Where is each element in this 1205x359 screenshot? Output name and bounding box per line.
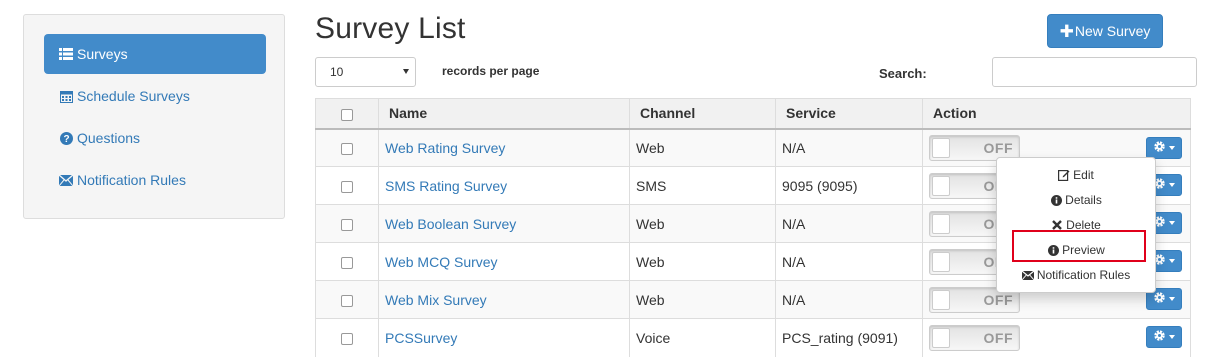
sidebar-item-label: Schedule Surveys (77, 88, 190, 104)
sidebar-item-schedule-surveys[interactable]: Schedule Surveys (44, 76, 266, 116)
channel-cell: Voice (629, 318, 776, 357)
column-header-service[interactable]: Service (775, 98, 923, 130)
sidebar-item-surveys[interactable]: Surveys (44, 34, 266, 74)
column-header-name[interactable]: Name (378, 98, 630, 130)
row-checkbox[interactable] (341, 333, 353, 346)
sidebar-item-label: Questions (77, 130, 141, 146)
gear-icon (1153, 291, 1166, 307)
survey-name-link[interactable]: SMS Rating Survey (385, 178, 507, 194)
service-cell: N/A (775, 204, 923, 243)
table-row: PCSSurvey Voice PCS_rating (9091) OFF (315, 318, 1191, 357)
new-survey-label: New Survey (1074, 23, 1151, 39)
column-header-action: Action (922, 98, 1191, 130)
survey-name-link[interactable]: Web Rating Survey (385, 140, 505, 156)
new-survey-button[interactable]: ✚ New Survey (1047, 14, 1163, 48)
svg-text:?: ? (63, 134, 69, 145)
menu-item-label: Edit (1073, 168, 1094, 182)
row-checkbox[interactable] (341, 294, 353, 307)
chevron-down-icon (1169, 259, 1175, 263)
plus-icon: ✚ (1059, 21, 1074, 41)
column-header-channel[interactable]: Channel (629, 98, 776, 130)
select-all-cell (315, 98, 379, 130)
service-cell: N/A (775, 128, 923, 167)
chevron-down-icon (1169, 183, 1175, 187)
sidebar-nav: Surveys Schedule Surveys ? Questions Not… (23, 14, 285, 219)
sidebar-item-questions[interactable]: ? Questions (44, 118, 266, 158)
row-checkbox[interactable] (341, 180, 353, 193)
service-cell: N/A (775, 242, 923, 281)
status-toggle[interactable]: OFF (929, 324, 1020, 351)
menu-item-edit[interactable]: Edit (997, 164, 1155, 186)
service-cell: N/A (775, 280, 923, 319)
envelope-icon (58, 172, 74, 188)
chevron-down-icon (1169, 145, 1175, 150)
preview-highlight-box (1012, 230, 1146, 262)
sidebar-item-notification-rules[interactable]: Notification Rules (44, 160, 266, 200)
search-input[interactable] (992, 57, 1197, 87)
toggle-label: OFF (983, 291, 1013, 308)
channel-cell: Web (629, 280, 776, 319)
gear-icon (1153, 329, 1166, 345)
records-per-page-select[interactable]: 10 (315, 57, 416, 87)
survey-name-link[interactable]: Web Mix Survey (385, 292, 487, 308)
row-checkbox[interactable] (341, 256, 353, 269)
chevron-down-icon (1169, 221, 1175, 225)
chevron-down-icon (1169, 297, 1175, 301)
sidebar-item-label: Surveys (77, 46, 128, 62)
gear-icon (1153, 140, 1166, 156)
action-menu-button[interactable] (1146, 136, 1182, 159)
toggle-label: OFF (983, 139, 1013, 156)
survey-name-link[interactable]: Web MCQ Survey (385, 254, 498, 270)
row-checkbox[interactable] (341, 218, 353, 231)
row-checkbox[interactable] (341, 143, 353, 156)
toggle-label: OFF (983, 329, 1013, 346)
records-per-page-value: 10 (330, 65, 344, 79)
list-icon (58, 46, 74, 62)
sidebar-item-label: Notification Rules (77, 172, 186, 188)
chevron-down-icon (1169, 335, 1175, 339)
question-circle-icon: ? (58, 130, 74, 146)
menu-item-details[interactable]: Details (997, 189, 1155, 211)
page-title: Survey List (315, 12, 466, 45)
survey-name-link[interactable]: PCSSurvey (385, 330, 457, 346)
channel-cell: Web (629, 242, 776, 281)
channel-cell: SMS (629, 166, 776, 205)
info-circle-icon (1050, 194, 1062, 206)
service-cell: 9095 (9095) (775, 166, 923, 205)
action-menu-button[interactable] (1146, 326, 1182, 348)
survey-name-link[interactable]: Web Boolean Survey (385, 216, 516, 232)
menu-item-notification-rules[interactable]: Notification Rules (997, 264, 1155, 286)
chevron-down-icon (403, 69, 409, 74)
menu-item-label: Notification Rules (1036, 268, 1131, 282)
menu-item-label: Details (1065, 193, 1102, 207)
search-label: Search: (879, 66, 927, 81)
envelope-icon (1021, 269, 1034, 281)
table-header-row: Name Channel Service Action (315, 98, 1191, 130)
channel-cell: Web (629, 204, 776, 243)
action-dropdown-menu: Edit Details Delete Preview Notification… (996, 157, 1156, 293)
channel-cell: Web (629, 128, 776, 167)
service-cell: PCS_rating (9091) (775, 318, 923, 357)
select-all-checkbox[interactable] (341, 108, 353, 121)
records-per-page-label: records per page (442, 64, 540, 78)
edit-icon (1058, 169, 1070, 181)
calendar-icon (58, 88, 74, 104)
